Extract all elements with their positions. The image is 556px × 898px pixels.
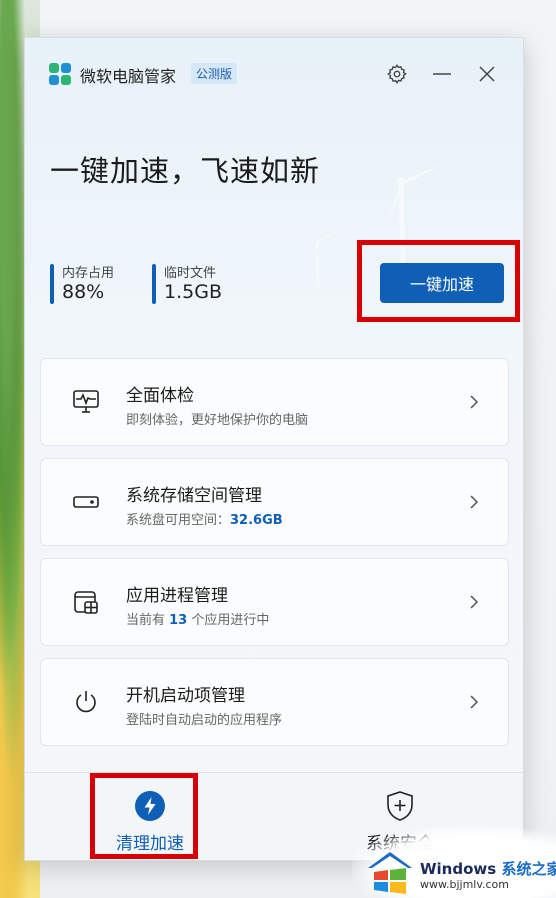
chevron-right-icon [470, 695, 479, 709]
watermark-brand-en: Windows [420, 860, 497, 878]
app-logo [49, 63, 71, 85]
app-title: 微软电脑管家 [80, 67, 177, 86]
clean-speedup-nav-highlight [90, 773, 198, 859]
storage-drive-icon [71, 487, 101, 517]
pc-manager-window: 微软电脑管家 公测版 一键加速，飞速如新 内存占用 88% 临时文件 1.5GB… [24, 37, 524, 861]
running-apps-count: 13 [169, 613, 188, 628]
app-process-card[interactable]: 应用进程管理 当前有 13 个应用进行中 [40, 558, 509, 646]
card-title: 全面体检 [126, 386, 194, 406]
memory-usage-bar [50, 264, 54, 304]
card-subtitle: 系统盘可用空间：32.6GB [126, 509, 283, 528]
minimize-icon[interactable] [428, 60, 456, 88]
subtitle-prefix: 系统盘可用空间： [126, 513, 231, 528]
full-checkup-card[interactable]: 全面体检 即刻体验，更好地保护你的电脑 [40, 358, 509, 446]
memory-usage-value: 88% [62, 281, 105, 303]
beta-badge: 公测版 [191, 63, 238, 84]
memory-usage-label: 内存占用 [62, 266, 115, 281]
shield-plus-icon [383, 789, 417, 823]
hero-title: 一键加速，飞速如新 [50, 154, 321, 188]
temp-files-label: 临时文件 [164, 266, 217, 281]
card-subtitle: 即刻体验，更好地保护你的电脑 [126, 413, 309, 428]
temp-files-bar [152, 264, 156, 304]
card-subtitle: 当前有 13 个应用进行中 [126, 609, 269, 628]
chevron-right-icon [470, 395, 479, 409]
subtitle-prefix: 当前有 [126, 613, 170, 628]
speedup-button-highlight [357, 240, 520, 322]
wind-turbine-small-illustration [297, 224, 342, 288]
title-bar: 微软电脑管家 公测版 [25, 38, 523, 108]
gear-icon[interactable] [383, 60, 411, 88]
temp-files-value: 1.5GB [164, 281, 222, 303]
watermark-brand-cn: 系统之家 [501, 860, 556, 878]
watermark-url: www.bjjmlv.com [420, 878, 509, 891]
storage-management-card[interactable]: 系统存储空间管理 系统盘可用空间：32.6GB [40, 458, 509, 546]
card-subtitle: 登陆时自动启动的应用程序 [126, 713, 283, 728]
card-title: 系统存储空间管理 [126, 486, 262, 506]
close-icon[interactable] [473, 60, 501, 88]
free-space-value: 32.6GB [230, 513, 283, 528]
chevron-right-icon [470, 595, 479, 609]
subtitle-suffix: 个应用进行中 [187, 613, 270, 628]
watermark-brand: Windows 系统之家 [420, 858, 556, 879]
monitor-pulse-icon [71, 387, 101, 417]
card-title: 应用进程管理 [126, 586, 228, 606]
power-icon [71, 687, 101, 717]
startup-items-card[interactable]: 开机启动项管理 登陆时自动启动的应用程序 [40, 658, 509, 746]
app-process-icon [71, 587, 101, 617]
card-title: 开机启动项管理 [126, 686, 245, 706]
chevron-right-icon [470, 495, 479, 509]
windows-house-logo [368, 852, 412, 894]
